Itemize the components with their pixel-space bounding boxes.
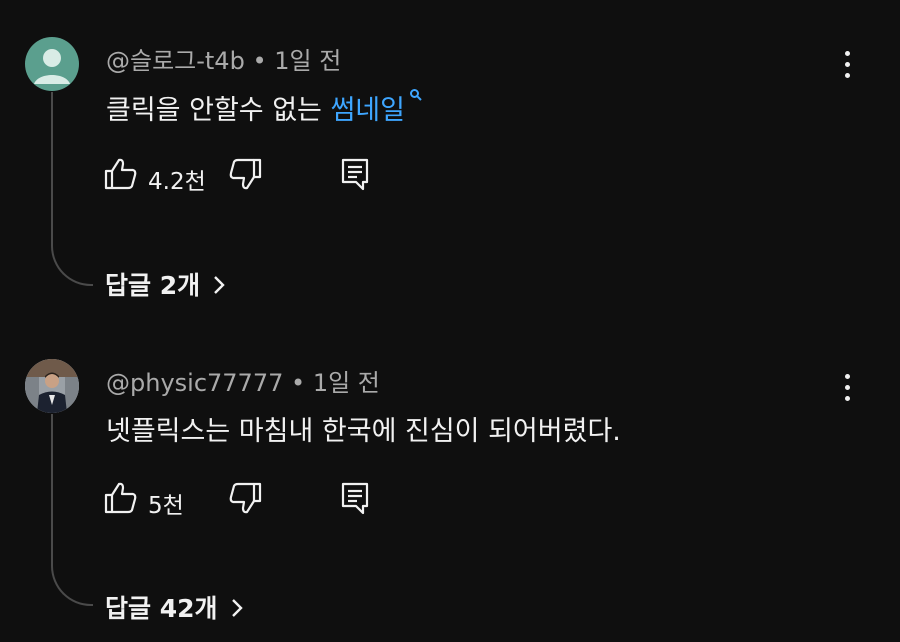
hashtag-link[interactable]: 썸네일 (330, 95, 405, 126)
avatar[interactable] (25, 37, 79, 91)
comment-actions: 4.2천 (100, 156, 400, 196)
default-avatar-icon (34, 49, 70, 84)
chevron-right-icon (214, 276, 225, 294)
meta-separator: • (291, 369, 306, 397)
comment-text: 넷플릭스는 마침내 한국에 진심이 되어버렸다. (106, 409, 621, 448)
kebab-dot (845, 374, 850, 379)
timestamp[interactable]: 1일 전 (313, 369, 380, 397)
view-replies-button[interactable]: 답글 42개 (105, 589, 244, 625)
comment-meta: @슬로그-t4b • 1일 전 (106, 41, 341, 76)
comment-body: 클릭을 안할수 없는 (106, 95, 331, 126)
reply-button[interactable] (338, 480, 372, 516)
more-options-button[interactable] (835, 369, 859, 405)
like-button[interactable] (104, 156, 138, 192)
comment-meta: @physic77777 • 1일 전 (106, 363, 380, 398)
view-replies-button[interactable]: 답글 2개 (105, 266, 226, 302)
comment-2: @physic77777 • 1일 전 넷플릭스는 마침내 한국에 진심이 되어… (0, 321, 900, 642)
comment-actions: 5천 (100, 480, 400, 520)
kebab-dot (845, 51, 850, 56)
author-handle[interactable]: @슬로그-t4b (106, 47, 245, 75)
kebab-dot (845, 396, 850, 401)
meta-separator: • (252, 47, 267, 75)
timestamp[interactable]: 1일 전 (274, 47, 341, 75)
dislike-button[interactable] (228, 480, 262, 516)
chevron-right-icon (231, 599, 243, 617)
thread-connector (51, 414, 93, 606)
dislike-button[interactable] (228, 156, 262, 192)
replies-label: 답글 42개 (105, 594, 218, 623)
kebab-dot (845, 73, 850, 78)
like-count: 4.2천 (148, 169, 206, 195)
comment-text: 클릭을 안할수 없는 썸네일 (106, 88, 423, 127)
like-button[interactable] (104, 480, 138, 516)
search-icon[interactable] (409, 88, 423, 102)
thread-connector (51, 92, 93, 286)
reply-button[interactable] (338, 156, 372, 192)
replies-label: 답글 2개 (105, 271, 201, 300)
more-options-button[interactable] (835, 46, 859, 82)
like-count: 5천 (148, 493, 184, 519)
avatar[interactable] (25, 359, 79, 413)
kebab-dot (845, 385, 850, 390)
user-photo-icon (25, 359, 79, 413)
comment-body: 넷플릭스는 마침내 한국에 진심이 되어버렸다. (106, 416, 621, 447)
kebab-dot (845, 62, 850, 67)
author-handle[interactable]: @physic77777 (106, 369, 283, 397)
comment-1: @슬로그-t4b • 1일 전 클릭을 안할수 없는 썸네일 4.2천 답글 2… (0, 0, 900, 321)
